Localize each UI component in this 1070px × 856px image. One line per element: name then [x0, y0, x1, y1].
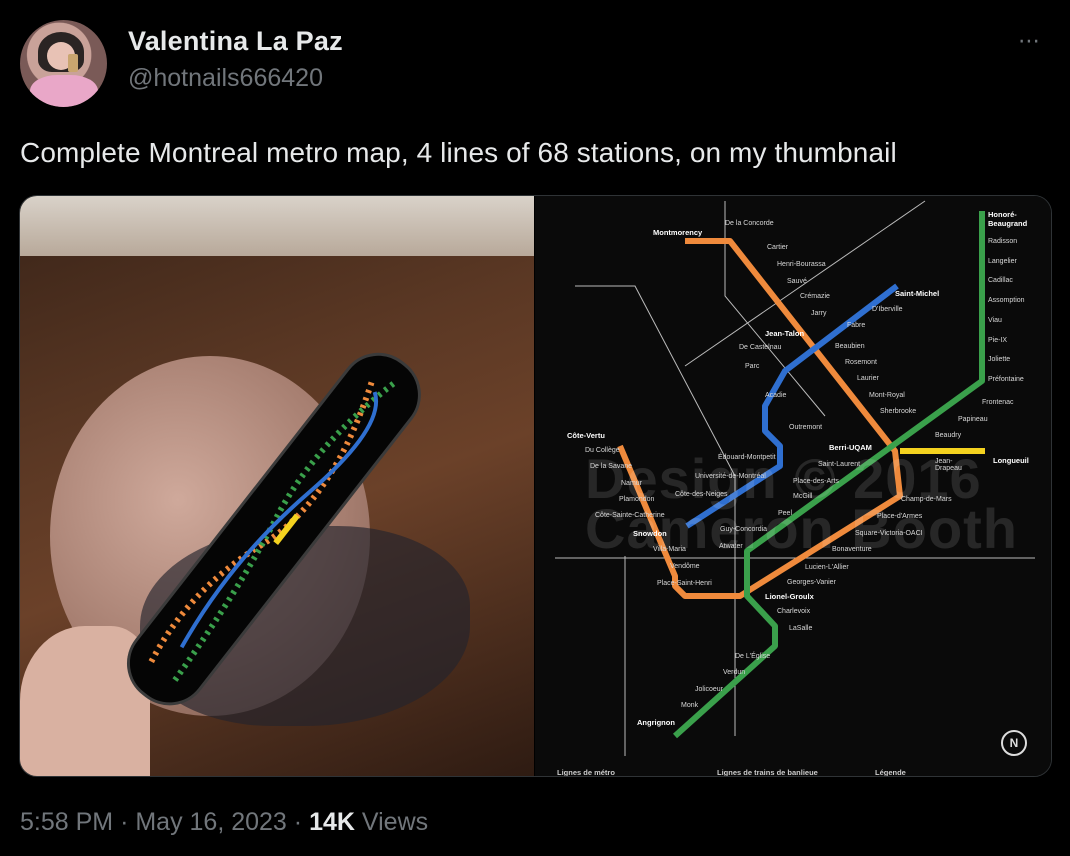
avatar-phone-shape	[68, 54, 78, 72]
station-de-leglise: De L'Église	[735, 653, 771, 660]
painted-nail-drawing	[126, 352, 421, 706]
station-charlevoix: Charlevoix	[777, 608, 811, 615]
station-acadie: Acadie	[765, 392, 787, 399]
station-de-castelnau: De Castelnau	[739, 344, 782, 351]
station-jolicoeur: Jolicoeur	[695, 686, 724, 693]
station-pie-ix: Pie-IX	[988, 337, 1008, 344]
station-cote-vertu: Côte-Vertu	[567, 431, 605, 440]
legend-key: Légende	[875, 768, 906, 777]
avatar[interactable]	[20, 20, 107, 107]
tweet-time[interactable]: 5:58 PM	[20, 808, 113, 836]
station-place-st-henri: Place-Saint-Henri	[657, 580, 712, 587]
station-cartier: Cartier	[767, 244, 789, 251]
station-laurier: Laurier	[857, 375, 879, 382]
station-langelier: Langelier	[988, 258, 1017, 265]
station-guy-concordia: Guy-Concordia	[720, 526, 768, 533]
legend-commuter-lines: Lignes de trains de banlieue	[717, 768, 818, 777]
station-place-des-arts: Place-des-Arts	[793, 478, 839, 485]
station-montmorency: Montmorency	[653, 228, 703, 237]
station-berri-uqam: Berri-UQAM	[829, 443, 872, 452]
station-jean-talon: Jean-Talon	[765, 329, 805, 338]
user-handle[interactable]: @hotnails666420	[128, 64, 323, 93]
station-saint-michel: Saint-Michel	[895, 289, 940, 298]
station-snowdon: Snowdon	[633, 529, 667, 538]
station-lucien-lallier: Lucien-L'Allier	[805, 564, 849, 571]
station-prefontaine: Préfontaine	[988, 376, 1024, 383]
station-papineau: Papineau	[958, 416, 988, 423]
station-bonaventure: Bonaventure	[832, 546, 872, 553]
station-angrignon: Angrignon	[637, 718, 675, 727]
station-de-la-concorde: De la Concorde	[725, 220, 774, 227]
legend-metro-lines: Lignes de métro	[557, 768, 615, 777]
tweet-date[interactable]: May 16, 2023	[135, 808, 287, 836]
station-cadillac: Cadillac	[988, 277, 1013, 284]
north-arrow-icon: N	[1001, 730, 1027, 756]
station-saint-laurent: Saint-Laurent	[818, 461, 861, 468]
station-cremazie: Crémazie	[800, 293, 830, 300]
metro-map-image[interactable]: Design © 2016 Cameron Booth Montmorency …	[535, 196, 1051, 776]
station-lasalle: LaSalle	[789, 625, 813, 632]
station-cote-des-neiges: Côte-des-Neiges	[675, 491, 728, 498]
station-mont-royal: Mont-Royal	[869, 392, 905, 399]
station-georges-vanier: Georges-Vanier	[787, 579, 836, 586]
station-outremont: Outremont	[789, 424, 823, 431]
views-label: Views	[361, 808, 429, 836]
tweet-text: Complete Montreal metro map, 4 lines of …	[20, 137, 897, 168]
station-vendome: Vendôme	[670, 563, 700, 570]
station-viau: Viau	[988, 317, 1002, 324]
media-grid: Design © 2016 Cameron Booth Montmorency …	[19, 195, 1052, 777]
station-frontenac: Frontenac	[982, 399, 1014, 406]
station-monk: Monk	[681, 702, 699, 709]
station-champ-de-mars: Champ-de-Mars	[901, 496, 952, 503]
station-fabre: Fabre	[847, 322, 866, 329]
more-options-icon[interactable]: ⋯	[1018, 28, 1041, 54]
station-jarry: Jarry	[811, 310, 827, 317]
station-edouard-montpetit: Édouard-Montpetit	[718, 454, 776, 461]
station-longueuil: Longueuil	[993, 456, 1029, 465]
avatar-body-shape	[30, 75, 98, 107]
station-du-college: Du Collège	[585, 447, 620, 454]
station-namur: Namur	[621, 480, 643, 487]
station-verdun: Verdun	[723, 669, 746, 676]
station-diberville: D'Iberville	[872, 306, 903, 313]
station-de-la-savane: De la Savane	[590, 463, 633, 470]
display-name[interactable]: Valentina La Paz	[128, 26, 343, 57]
views-count: 14K	[309, 808, 355, 836]
meta-separator: ·	[293, 808, 303, 836]
station-beaubien: Beaubien	[835, 343, 865, 350]
station-mcgill: McGill	[793, 493, 813, 500]
station-jean-drapeau: Jean-Drapeau	[935, 458, 962, 472]
station-atwater: Atwater	[719, 543, 743, 550]
station-honore-beaugrand: Honoré-Beaugrand	[988, 210, 1028, 228]
station-rosemont: Rosemont	[845, 359, 877, 366]
station-plamondon: Plamondon	[619, 496, 655, 503]
station-joliette: Joliette	[988, 356, 1011, 363]
station-parc: Parc	[745, 363, 760, 370]
station-assomption: Assomption	[988, 297, 1025, 304]
station-square-victoria: Square-Victoria-OACI	[855, 530, 923, 537]
station-sherbrooke: Sherbrooke	[880, 408, 917, 415]
station-sauve: Sauvé	[787, 278, 807, 285]
meta-separator: ·	[120, 808, 129, 836]
station-lionel-groulx: Lionel-Groulx	[765, 592, 814, 601]
nail-photo[interactable]	[20, 196, 534, 776]
station-universite: Université-de-Montréal	[695, 473, 766, 480]
station-henri-bourassa: Henri-Bourassa	[777, 261, 826, 268]
tweet-meta: 5:58 PM · May 16, 2023 · 14K Views	[20, 808, 428, 837]
station-villa-maria: Villa-Maria	[653, 546, 686, 553]
station-peel: Peel	[778, 510, 793, 517]
station-place-darmes: Place-d'Armes	[877, 513, 923, 520]
station-radisson: Radisson	[988, 238, 1018, 245]
station-cote-ste-catherine: Côte-Sainte-Catherine	[595, 512, 665, 519]
station-beaudry: Beaudry	[935, 432, 962, 439]
